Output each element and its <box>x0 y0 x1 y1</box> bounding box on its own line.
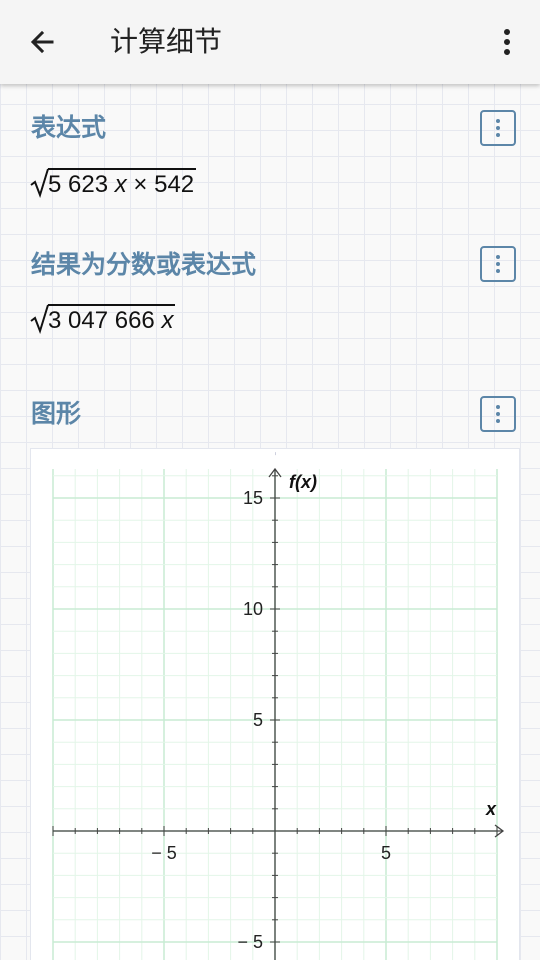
x-axis-label: x <box>485 799 497 819</box>
y-tick-label: 10 <box>243 599 263 619</box>
app-bar: 计算细节 <box>0 0 540 84</box>
menu-dot-icon <box>496 405 500 409</box>
graph-section-title: 图形 <box>31 399 82 428</box>
graph-menu-button[interactable] <box>480 396 516 432</box>
expression-radicand: 5 623 x × 542 <box>48 168 197 198</box>
result-radicand: 3 047 666 x <box>48 304 176 334</box>
x-tick-label: − 5 <box>151 843 177 863</box>
menu-dot-icon <box>496 262 500 266</box>
menu-dot-icon <box>496 419 500 423</box>
result-variable: x <box>161 307 174 334</box>
function-plot[interactable]: − 5 5 15 10 5 − 5 x f(x) <box>31 449 519 960</box>
y-tick-label: 5 <box>253 710 263 730</box>
multiply-sign: × <box>133 171 148 198</box>
square-root-icon <box>30 304 49 334</box>
expression-factor: 542 <box>154 171 195 198</box>
menu-dot-icon <box>496 269 500 273</box>
x-tick-label: 5 <box>381 843 391 863</box>
menu-dot-icon <box>496 119 500 123</box>
square-root-icon <box>30 168 49 198</box>
menu-dot-icon <box>496 126 500 130</box>
menu-dot-icon <box>496 255 500 259</box>
result-menu-button[interactable] <box>480 246 516 282</box>
y-axis-label: f(x) <box>289 472 317 492</box>
expression-coefficient: 5 623 <box>48 171 109 198</box>
expression-menu-button[interactable] <box>480 110 516 146</box>
y-tick-label: − 5 <box>237 932 263 952</box>
menu-dot-icon <box>496 133 500 137</box>
expression-variable: x <box>114 171 127 198</box>
arrow-back-icon <box>30 30 54 54</box>
result-section-title: 结果为分数或表达式 <box>31 250 257 279</box>
graph-card[interactable]: − 5 5 15 10 5 − 5 x f(x) <box>30 448 520 960</box>
page-title: 计算细节 <box>110 25 223 58</box>
overflow-menu-button[interactable] <box>490 22 524 62</box>
menu-dot-icon <box>496 412 500 416</box>
result-coefficient: 3 047 666 <box>48 307 155 334</box>
more-vert-icon <box>504 29 510 55</box>
expression-section-title: 表达式 <box>31 113 107 142</box>
y-tick-label: 15 <box>243 488 263 508</box>
back-button[interactable] <box>22 22 62 62</box>
